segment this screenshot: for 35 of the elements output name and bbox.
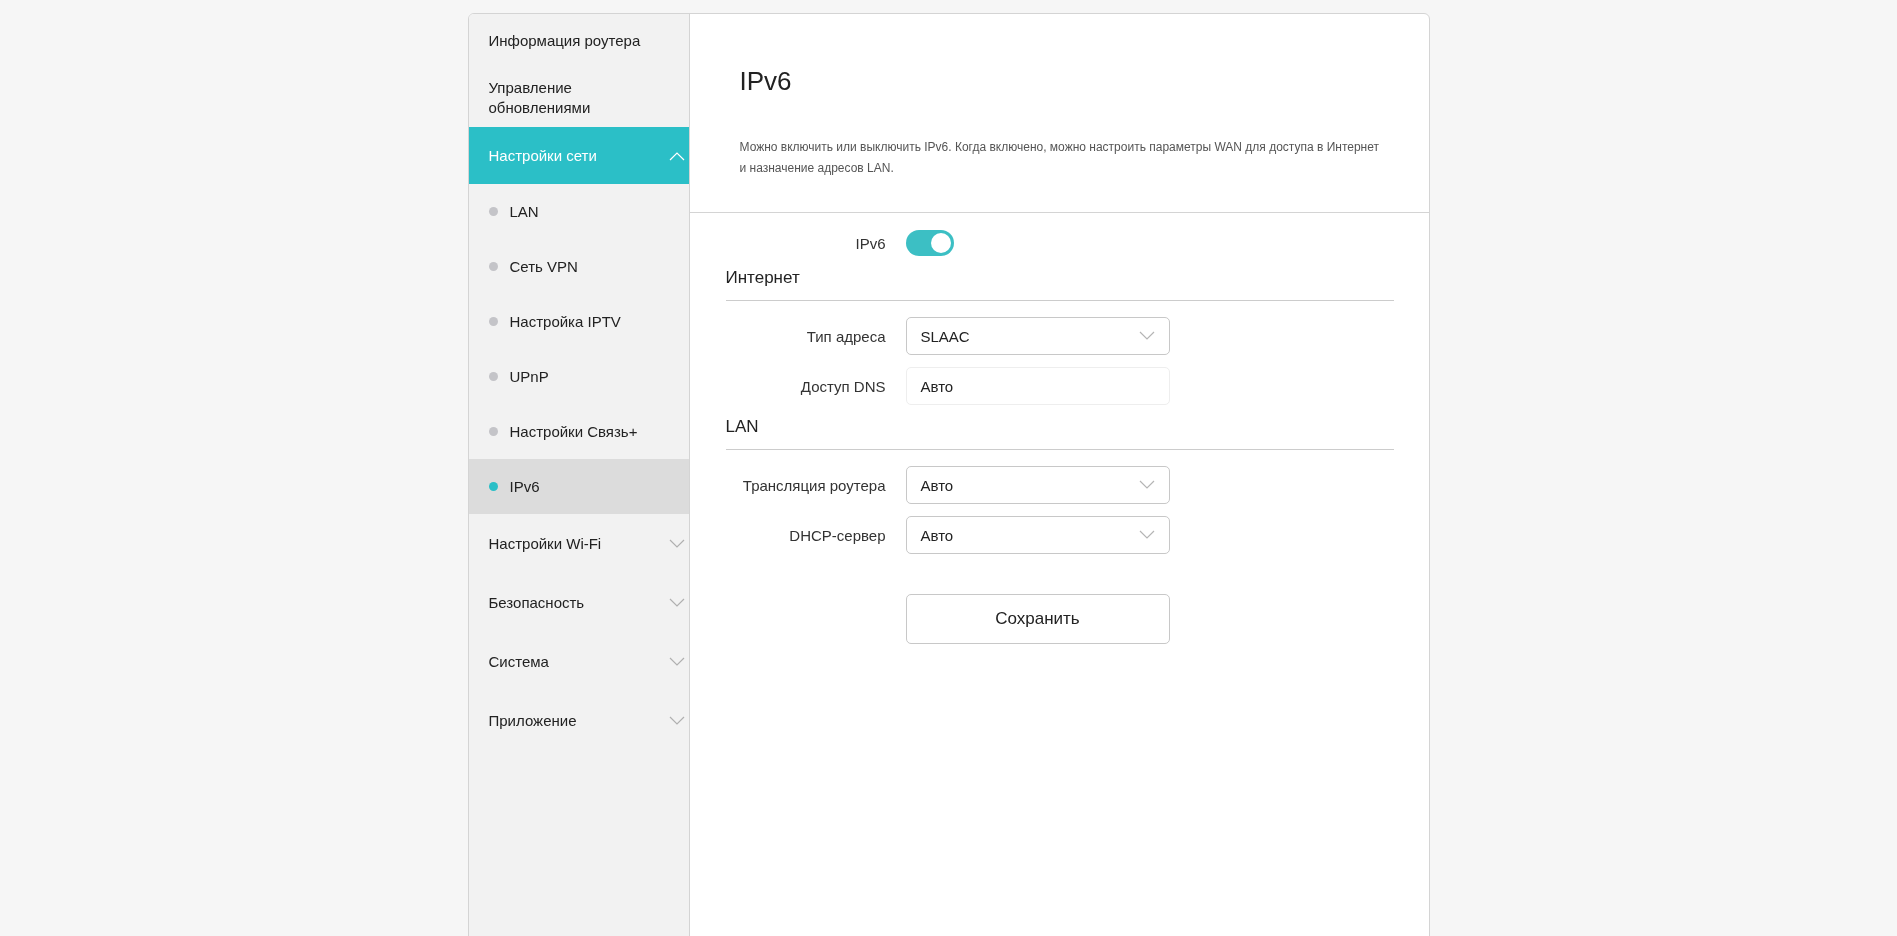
chevron-icon xyxy=(668,656,685,667)
chevron-icon xyxy=(1138,331,1155,341)
section-heading: Интернет xyxy=(725,268,1394,301)
chevron-icon xyxy=(668,597,685,608)
save-button[interactable]: Сохранить xyxy=(905,594,1170,644)
chevron-icon xyxy=(668,150,685,161)
sidebar-group[interactable]: Настройки Wi-Fi xyxy=(468,514,689,573)
dropdown[interactable]: SLAAC xyxy=(905,317,1170,355)
dropdown[interactable]: Авто xyxy=(905,466,1170,504)
chevron-icon xyxy=(668,538,685,549)
sidebar-item[interactable]: Информация роутера xyxy=(468,14,689,68)
field-label: Доступ DNS xyxy=(799,377,887,395)
field-label: Тип адреса xyxy=(805,327,887,345)
page-title: IPv6 xyxy=(739,66,793,97)
sidebar-subitem[interactable]: Настройки Связь+ xyxy=(468,404,689,459)
dropdown[interactable]: Авто xyxy=(905,516,1170,554)
sidebar-subitem[interactable]: LAN xyxy=(468,184,689,239)
sidebar-group[interactable]: Приложение xyxy=(468,691,689,750)
field-label: Трансляция роутера xyxy=(741,476,887,494)
section-heading: LAN xyxy=(725,417,1394,450)
sidebar-subitem[interactable]: Настройка IPTV xyxy=(468,294,689,349)
field-label: DHCP-сервер xyxy=(788,526,887,544)
sidebar-group[interactable]: Система xyxy=(468,632,689,691)
sidebar-subitem[interactable]: Сеть VPN xyxy=(468,239,689,294)
input-field[interactable]: Авто xyxy=(905,367,1170,405)
toggle-switch[interactable] xyxy=(905,230,954,256)
field-label: IPv6 xyxy=(854,234,887,252)
sidebar-subitem[interactable]: IPv6 xyxy=(468,459,689,514)
sidebar-subitem[interactable]: UPnP xyxy=(468,349,689,404)
sidebar-group[interactable]: Безопасность xyxy=(468,573,689,632)
chevron-icon xyxy=(668,715,685,726)
chevron-icon xyxy=(1138,480,1155,490)
page-description: Можно включить или выключить IPv6. Когда включено, можно настроить параметры WAN для доступа в Интернет и назначение адресов LAN. xyxy=(739,139,1380,177)
sidebar-item[interactable]: Управление обновлениями xyxy=(468,68,689,127)
chevron-icon xyxy=(1138,530,1155,540)
